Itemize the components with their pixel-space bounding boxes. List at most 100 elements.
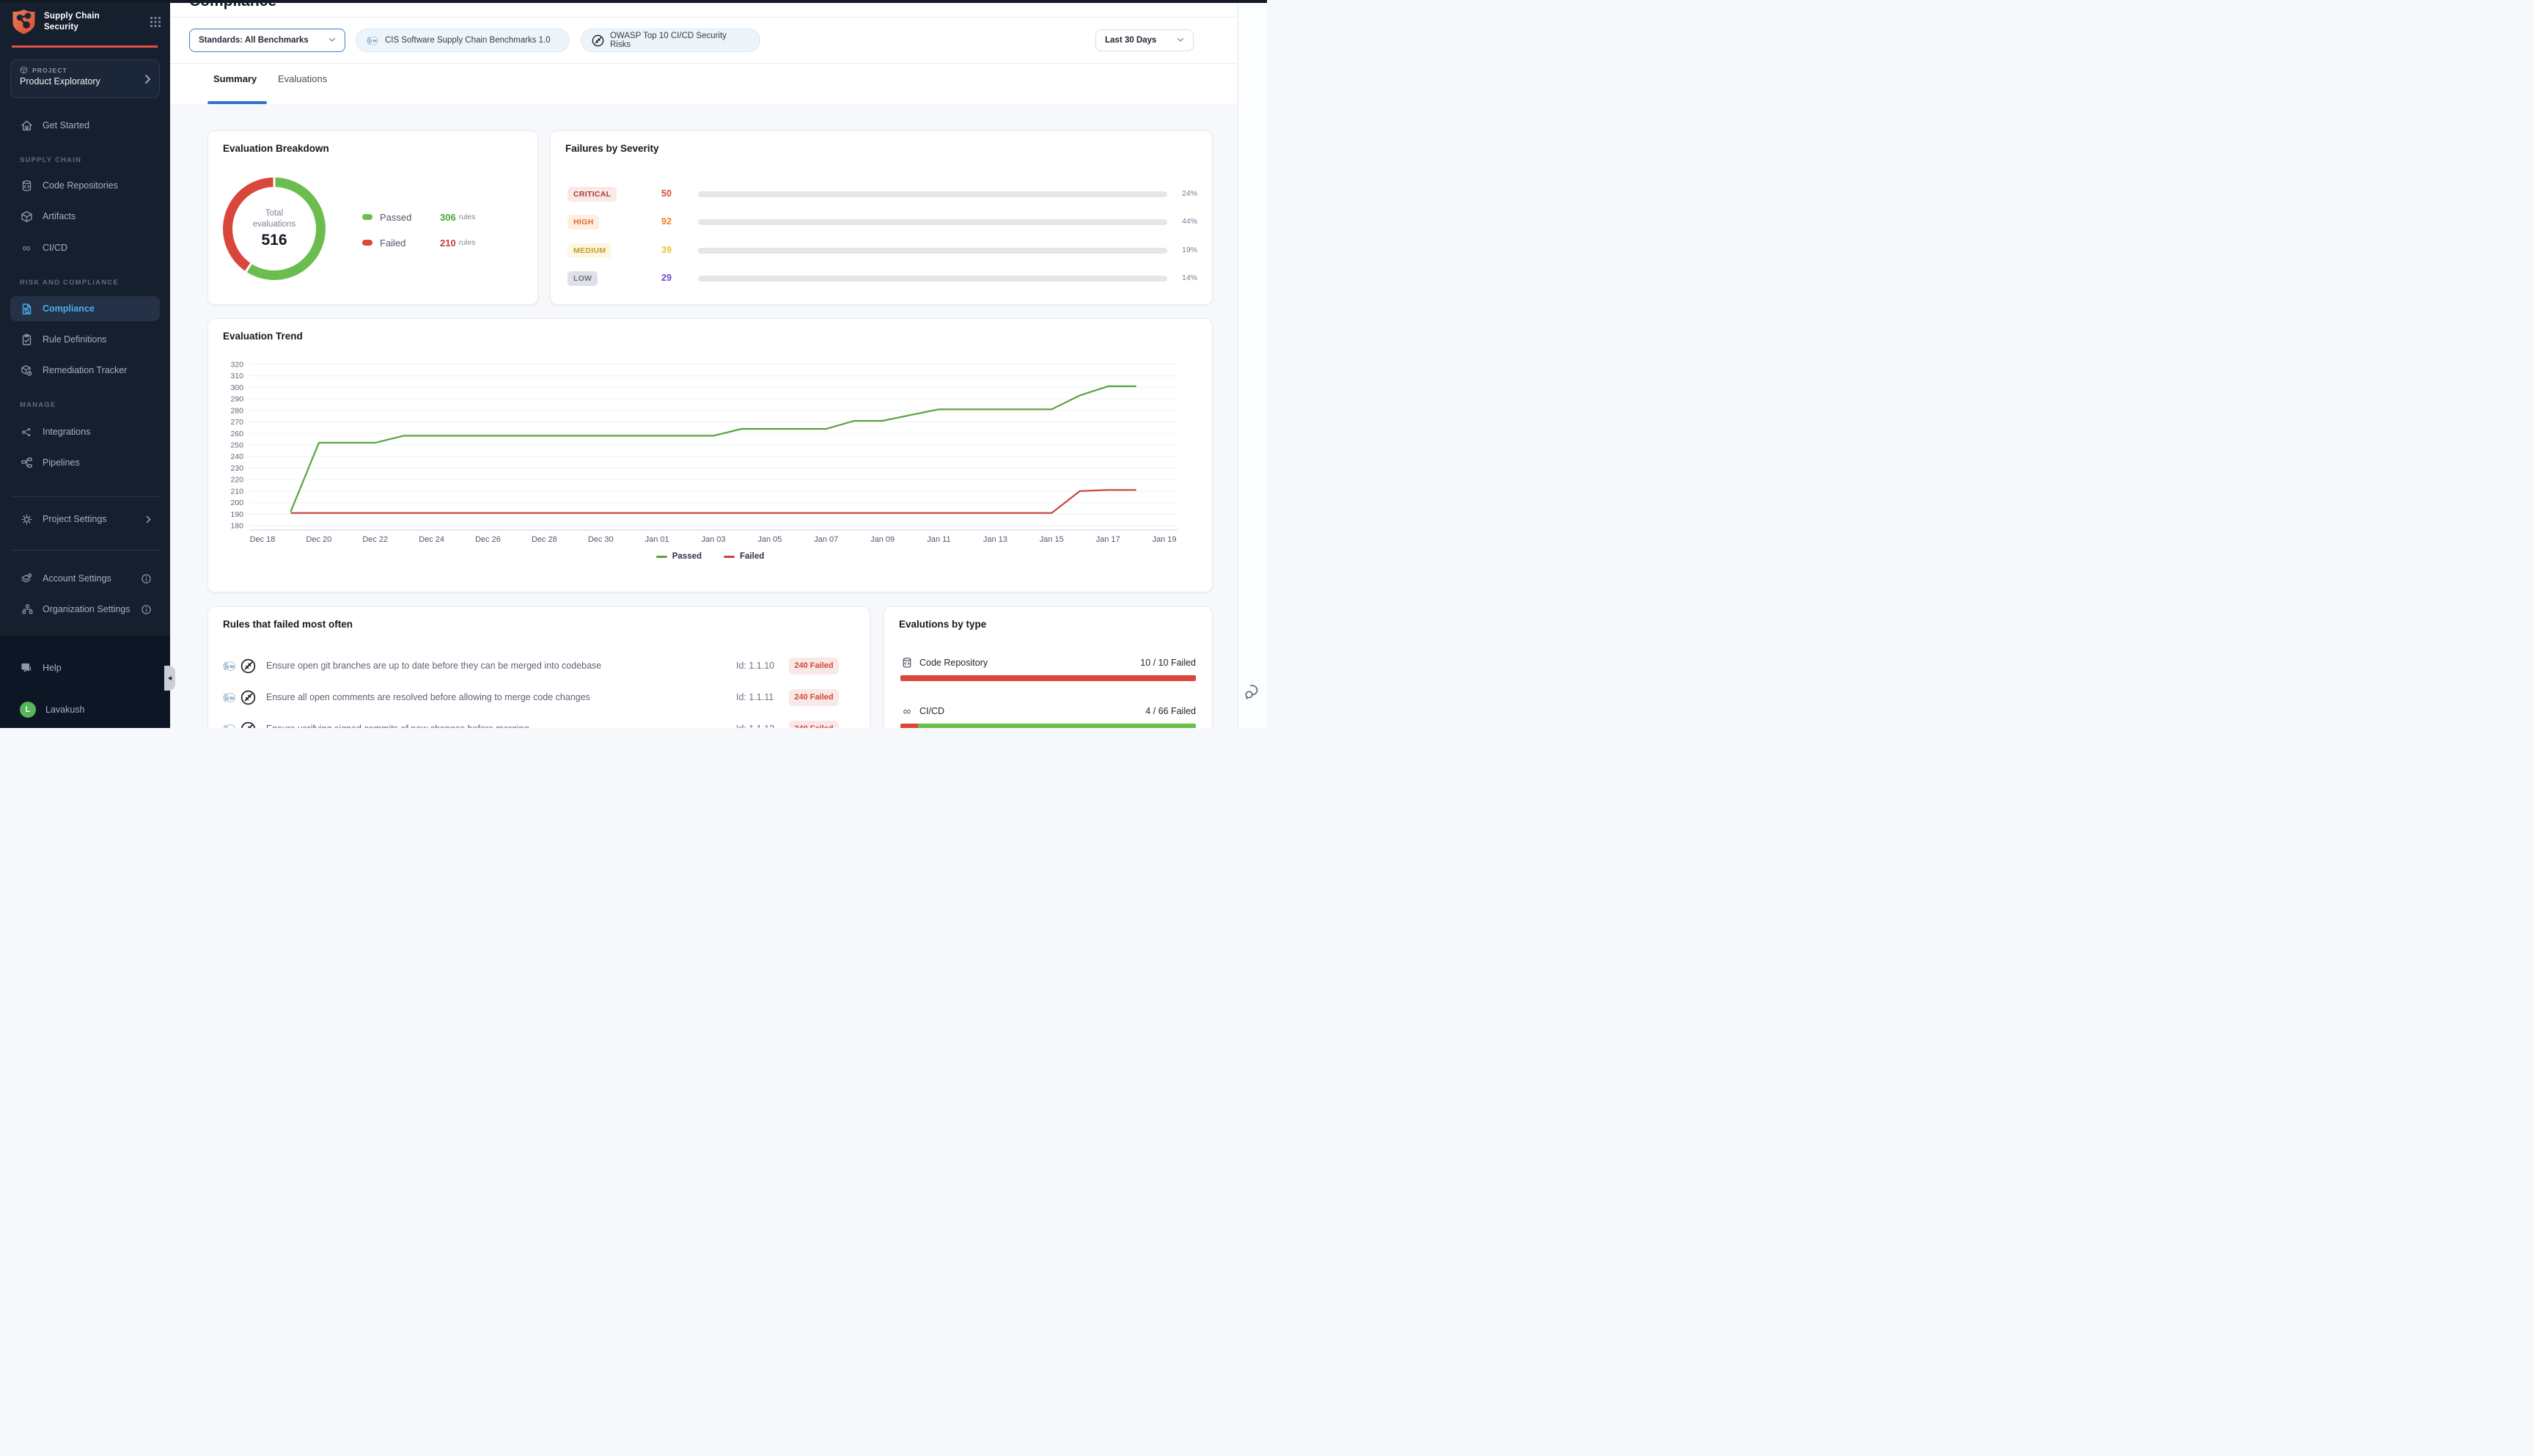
rule-standard-icons: CIS: [223, 690, 256, 705]
sidebar-item-compliance[interactable]: Compliance: [10, 296, 160, 321]
sidebar-item-label: Organization Settings: [43, 604, 131, 614]
sidebar-item-help[interactable]: ? Help: [10, 655, 160, 680]
box-wrench-icon: [20, 364, 33, 377]
svg-text:240: 240: [230, 452, 243, 461]
rule-row[interactable]: CIS Ensure all open comments are resolve…: [223, 688, 855, 707]
card-title: Evaluation Breakdown: [223, 143, 329, 154]
legend-failed: Failed 210 rules: [362, 235, 527, 250]
layers-gear-icon: [20, 572, 33, 585]
svg-text:Dec 28: Dec 28: [532, 535, 557, 544]
severity-percent: 44%: [1182, 217, 1197, 226]
svg-text:Jan 03: Jan 03: [701, 535, 725, 544]
legend-failed: Failed: [724, 552, 764, 561]
svg-text:310: 310: [230, 372, 243, 380]
passed-count: 306: [440, 212, 456, 223]
filter-chip-label: OWASP Top 10 CI/CD Security Risks: [610, 32, 749, 49]
help-chat-icon: ?: [20, 661, 33, 674]
date-range-dropdown[interactable]: Last 30 Days: [1095, 29, 1194, 51]
type-label: Code Repository: [919, 658, 988, 668]
info-icon[interactable]: [142, 605, 151, 614]
filter-chip-cis[interactable]: CIS CIS Software Supply Chain Benchmarks…: [356, 29, 570, 52]
svg-text:CIS: CIS: [370, 39, 377, 43]
severity-bar: [698, 276, 1167, 282]
rule-failed-badge: 240 Failed: [789, 689, 839, 706]
sidebar-item-cicd[interactable]: ∞ CI/CD: [10, 235, 160, 260]
filter-chip-owasp[interactable]: OWASP Top 10 CI/CD Security Risks: [581, 29, 760, 52]
card-failures-by-severity: Failures by Severity CRITICAL 50 24% HIG…: [550, 130, 1213, 305]
rule-standard-icons: CIS: [223, 721, 256, 729]
rule-id: Id: 1.1.10: [736, 661, 774, 671]
apps-grid-icon[interactable]: [150, 16, 161, 28]
severity-bar: [698, 248, 1167, 254]
sidebar-item-label: Account Settings: [43, 573, 111, 584]
sidebar-item-user[interactable]: L Lavakush: [10, 697, 160, 722]
severity-percent: 19%: [1182, 246, 1197, 254]
sidebar-item-organization-settings[interactable]: Organization Settings: [10, 597, 160, 622]
svg-text:280: 280: [230, 406, 243, 415]
chevron-down-icon: [1177, 36, 1184, 45]
svg-text:Jan 11: Jan 11: [927, 535, 950, 544]
sidebar-collapse-handle[interactable]: ◀: [164, 666, 175, 691]
sidebar-item-artifacts[interactable]: Artifacts: [10, 204, 160, 229]
severity-bar: [698, 219, 1167, 225]
sidebar-item-account-settings[interactable]: Account Settings: [10, 566, 160, 591]
legend-passed: Passed: [656, 552, 702, 561]
owasp-icon: [240, 690, 256, 705]
cis-icon: CIS: [223, 691, 237, 705]
standards-filter-dropdown[interactable]: Standards: All Benchmarks: [189, 29, 345, 52]
svg-text:CIS: CIS: [227, 664, 234, 669]
type-progress-bar: [900, 724, 1196, 728]
sidebar-item-label: Remediation Tracker: [43, 365, 127, 375]
sidebar-item-project-settings[interactable]: Project Settings: [10, 507, 160, 532]
severity-percent: 14%: [1182, 273, 1197, 282]
tab-summary[interactable]: Summary: [213, 73, 257, 84]
svg-text:CIS: CIS: [227, 696, 234, 700]
tab-evaluations[interactable]: Evaluations: [278, 73, 327, 84]
total-evaluations-value: 516: [261, 232, 287, 249]
sidebar-item-remediation-tracker[interactable]: Remediation Tracker: [10, 358, 160, 383]
severity-badge: MEDIUM: [568, 243, 612, 258]
page-header: [170, 3, 1238, 104]
sidebar-item-rule-definitions[interactable]: Rule Definitions: [10, 327, 160, 352]
sidebar-item-integrations[interactable]: Integrations: [10, 419, 160, 444]
sidebar-item-pipelines[interactable]: Pipelines: [10, 450, 160, 475]
cis-icon: CIS: [367, 34, 379, 47]
severity-count: 39: [661, 245, 672, 255]
svg-text:Jan 19: Jan 19: [1152, 535, 1176, 544]
shield-logo-icon: [12, 9, 36, 35]
type-status: 10 / 10 Failed: [1140, 658, 1196, 668]
severity-bar: [698, 191, 1167, 197]
svg-text:Jan 15: Jan 15: [1040, 535, 1064, 544]
severity-count: 92: [661, 216, 672, 227]
svg-text:Dec 24: Dec 24: [419, 535, 444, 544]
info-icon[interactable]: [142, 574, 151, 584]
org-gear-icon: [20, 603, 33, 616]
svg-text:Jan 07: Jan 07: [814, 535, 838, 544]
sidebar-item-label: Integrations: [43, 427, 90, 437]
sidebar-footer: ? Help L Lavakush: [0, 636, 170, 728]
app-window: Supply Chain Security PROJECT Product Ex…: [0, 0, 1267, 728]
card-evaluations-by-type: Evalutions by type Code Repository 10 / …: [884, 606, 1213, 728]
rule-row[interactable]: CIS Ensure verifying signed commits of n…: [223, 719, 855, 728]
rule-id: Id: 1.1.12: [736, 724, 774, 728]
svg-text:Jan 17: Jan 17: [1096, 535, 1120, 544]
cis-icon: CIS: [223, 659, 237, 673]
trend-legend: Passed Failed: [208, 552, 1212, 561]
svg-text:320: 320: [230, 361, 243, 369]
sidebar-section-supply-chain: SUPPLY CHAIN: [20, 156, 81, 164]
rule-text: Ensure verifying signed commits of new c…: [266, 724, 529, 728]
project-selector[interactable]: PROJECT Product Exploratory: [10, 59, 160, 98]
svg-text:Dec 22: Dec 22: [362, 535, 388, 544]
active-tab-indicator: [208, 101, 267, 104]
type-row-cicd: ∞ CI/CD 4 / 66 Failed: [900, 704, 1196, 718]
chat-feedback-icon[interactable]: [1244, 682, 1263, 701]
sidebar-item-code-repositories[interactable]: Code Repositories: [10, 173, 160, 198]
svg-text:Dec 20: Dec 20: [306, 535, 331, 544]
chevron-right-icon: [144, 74, 151, 84]
svg-text:220: 220: [230, 476, 243, 485]
rule-row[interactable]: CIS Ensure open git branches are up to d…: [223, 656, 855, 675]
sidebar-item-get-started[interactable]: Get Started: [10, 113, 160, 138]
severity-row-high: HIGH 92 44%: [568, 215, 1194, 229]
cube-icon: [20, 66, 28, 74]
standards-filter-value: Standards: All Benchmarks: [199, 36, 309, 45]
